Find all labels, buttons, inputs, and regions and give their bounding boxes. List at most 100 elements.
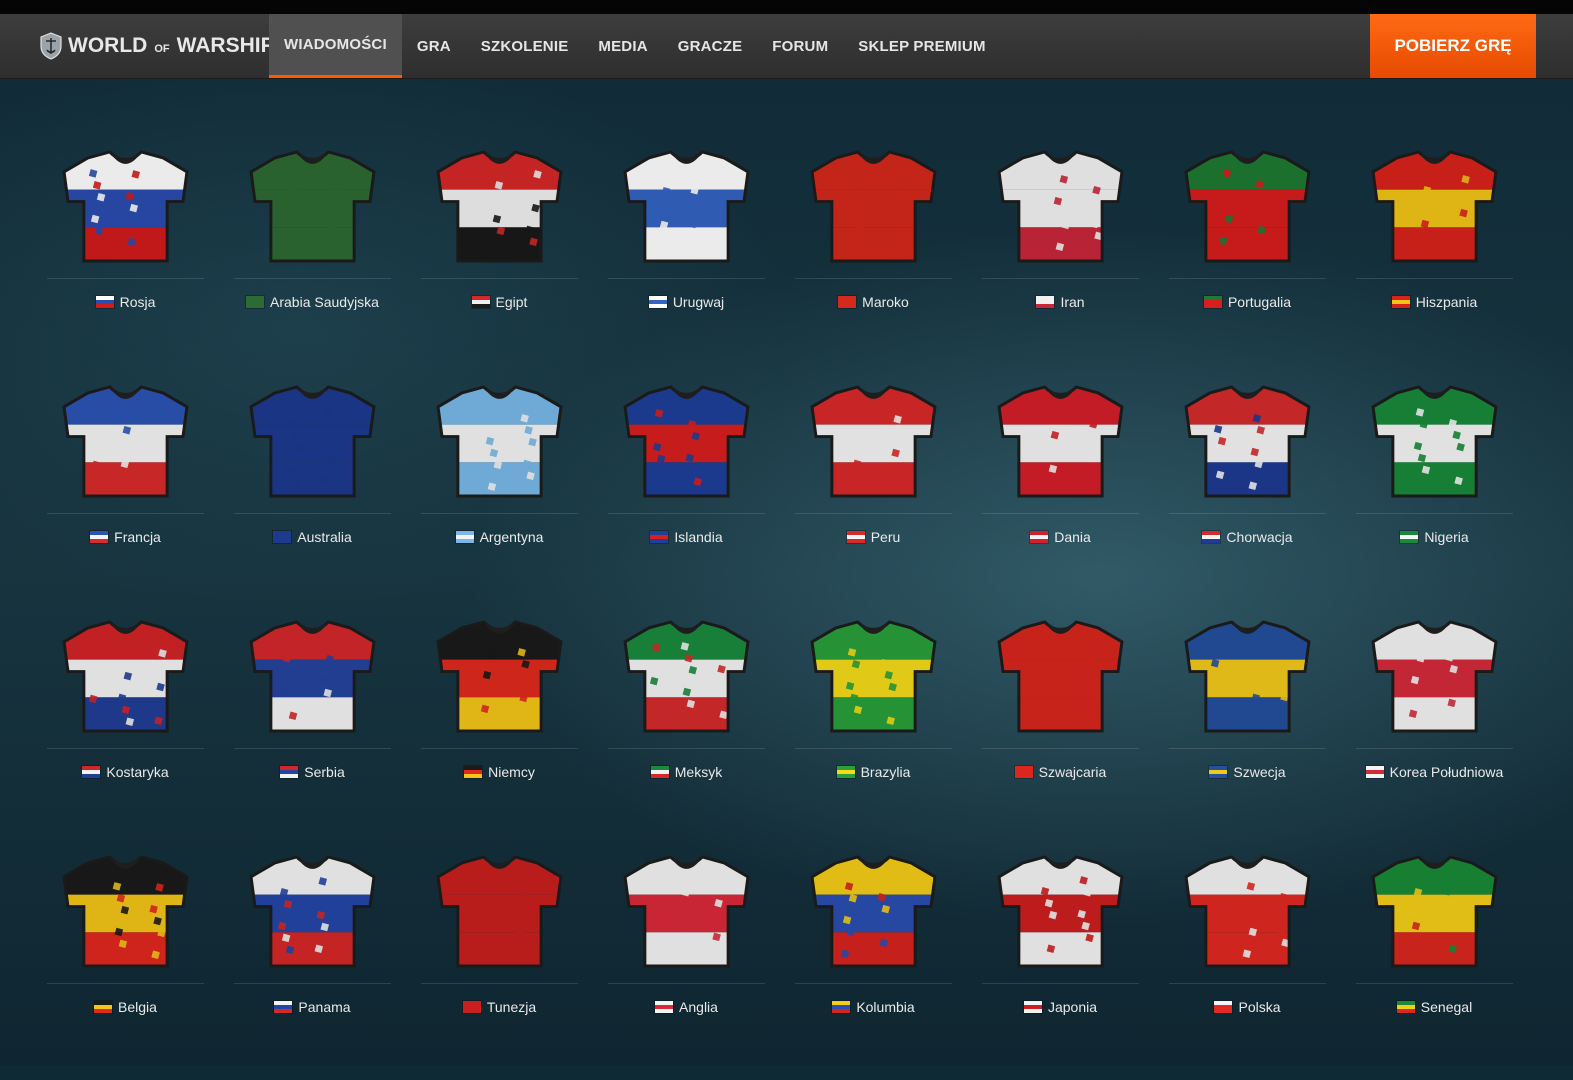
team-label[interactable]: Belgia [47, 997, 204, 1017]
team-label[interactable]: Francja [47, 527, 204, 547]
team-label[interactable]: Brazylia [795, 762, 952, 782]
jersey-card[interactable]: Senegal [1356, 845, 1513, 1080]
nav-item-szkolenie[interactable]: SZKOLENIE [466, 14, 584, 78]
jersey-card[interactable]: Egipt [421, 140, 578, 375]
jersey-image [1371, 855, 1498, 968]
jersey-card[interactable]: Islandia [608, 375, 765, 610]
jersey-card[interactable]: Argentyna [421, 375, 578, 610]
jersey-card[interactable]: Chorwacja [1169, 375, 1326, 610]
jersey-card[interactable]: Francja [47, 375, 204, 610]
team-name: Hiszpania [1415, 294, 1478, 310]
jersey-card[interactable]: Anglia [608, 845, 765, 1080]
nav-item-sklep-premium[interactable]: SKLEP PREMIUM [843, 14, 1000, 78]
team-label[interactable]: Maroko [795, 292, 952, 312]
jersey-image [810, 855, 937, 968]
card-divider [1356, 748, 1513, 749]
team-label[interactable]: Korea Południowa [1356, 762, 1513, 782]
team-label[interactable]: Tunezja [421, 997, 578, 1017]
jersey-card[interactable]: Brazylia [795, 610, 952, 845]
team-label[interactable]: Peru [795, 527, 952, 547]
team-label[interactable]: Nigeria [1356, 527, 1513, 547]
team-label[interactable]: Niemcy [421, 762, 578, 782]
country-flag-icon [1214, 1001, 1233, 1013]
jersey-card[interactable]: Maroko [795, 140, 952, 375]
card-divider [1169, 983, 1326, 984]
jersey-card[interactable]: Kolumbia [795, 845, 952, 1080]
jersey-card[interactable]: Hiszpania [1356, 140, 1513, 375]
jersey-image [436, 150, 563, 263]
jersey-card[interactable]: Kostaryka [47, 610, 204, 845]
country-flag-icon [471, 296, 490, 308]
team-label[interactable]: Anglia [608, 997, 765, 1017]
jersey-card[interactable]: Dania [982, 375, 1139, 610]
team-label[interactable]: Rosja [47, 292, 204, 312]
team-label[interactable]: Urugwaj [608, 292, 765, 312]
team-name: Portugalia [1227, 294, 1292, 310]
nav-item-gra[interactable]: GRA [402, 14, 466, 78]
jersey-image [1371, 150, 1498, 263]
team-name: Egipt [495, 294, 528, 310]
team-label[interactable]: Meksyk [608, 762, 765, 782]
jersey-card[interactable]: Nigeria [1356, 375, 1513, 610]
jersey-card[interactable]: Tunezja [421, 845, 578, 1080]
nav-item-wiadomosci[interactable]: WIADOMOŚCI [269, 14, 402, 78]
team-label[interactable]: Kostaryka [47, 762, 204, 782]
jersey-image [1371, 620, 1498, 733]
jersey-card[interactable]: Japonia [982, 845, 1139, 1080]
team-label[interactable]: Arabia Saudyjska [234, 292, 391, 312]
team-label[interactable]: Panama [234, 997, 391, 1017]
team-label[interactable]: Egipt [421, 292, 578, 312]
nav-item-forum[interactable]: FORUM [757, 14, 843, 78]
team-label[interactable]: Polska [1169, 997, 1326, 1017]
nav-item-gracze[interactable]: GRACZE [663, 14, 758, 78]
team-label[interactable]: Portugalia [1169, 292, 1326, 312]
team-name: Urugwaj [672, 294, 725, 310]
jersey-card[interactable]: Panama [234, 845, 391, 1080]
team-name: Serbia [304, 764, 345, 780]
team-label[interactable]: Szwecja [1169, 762, 1326, 782]
jersey-card[interactable]: Polska [1169, 845, 1326, 1080]
jersey-card[interactable]: Belgia [47, 845, 204, 1080]
team-name: Niemcy [488, 764, 535, 780]
team-name: Australia [297, 529, 352, 545]
country-flag-icon [1203, 296, 1222, 308]
team-label[interactable]: Iran [982, 292, 1139, 312]
jersey-card[interactable]: Australia [234, 375, 391, 610]
download-game-button[interactable]: POBIERZ GRĘ [1370, 14, 1536, 78]
team-label[interactable]: Dania [982, 527, 1139, 547]
team-label[interactable]: Senegal [1356, 997, 1513, 1017]
country-flag-icon [462, 1001, 481, 1013]
nav-item-media[interactable]: MEDIA [583, 14, 662, 78]
jersey-image [62, 150, 189, 263]
card-divider [421, 983, 578, 984]
team-label[interactable]: Australia [234, 527, 391, 547]
jersey-card[interactable]: Iran [982, 140, 1139, 375]
team-label[interactable]: Argentyna [421, 527, 578, 547]
jersey-card[interactable]: Rosja [47, 140, 204, 375]
top-navigation: WORLD OF WARSHIPS WIADOMOŚCI GRA SZKOLENIE… [0, 14, 1573, 79]
world-of-warships-logo[interactable]: WORLD OF WARSHIPS [40, 28, 289, 64]
jersey-card[interactable]: Szwecja [1169, 610, 1326, 845]
country-flag-icon [1030, 531, 1049, 543]
card-divider [982, 983, 1139, 984]
team-label[interactable]: Islandia [608, 527, 765, 547]
jersey-card[interactable]: Portugalia [1169, 140, 1326, 375]
team-label[interactable]: Chorwacja [1169, 527, 1326, 547]
jersey-card[interactable]: Korea Południowa [1356, 610, 1513, 845]
jersey-card[interactable]: Urugwaj [608, 140, 765, 375]
jersey-image [623, 620, 750, 733]
card-divider [47, 513, 204, 514]
card-divider [795, 278, 952, 279]
jersey-card[interactable]: Serbia [234, 610, 391, 845]
team-label[interactable]: Szwajcaria [982, 762, 1139, 782]
team-label[interactable]: Kolumbia [795, 997, 952, 1017]
team-label[interactable]: Serbia [234, 762, 391, 782]
jersey-card[interactable]: Szwajcaria [982, 610, 1139, 845]
team-label[interactable]: Hiszpania [1356, 292, 1513, 312]
team-label[interactable]: Japonia [982, 997, 1139, 1017]
jersey-card[interactable]: Peru [795, 375, 952, 610]
jersey-card[interactable]: Niemcy [421, 610, 578, 845]
jersey-card[interactable]: Arabia Saudyjska [234, 140, 391, 375]
jersey-image [810, 620, 937, 733]
jersey-card[interactable]: Meksyk [608, 610, 765, 845]
